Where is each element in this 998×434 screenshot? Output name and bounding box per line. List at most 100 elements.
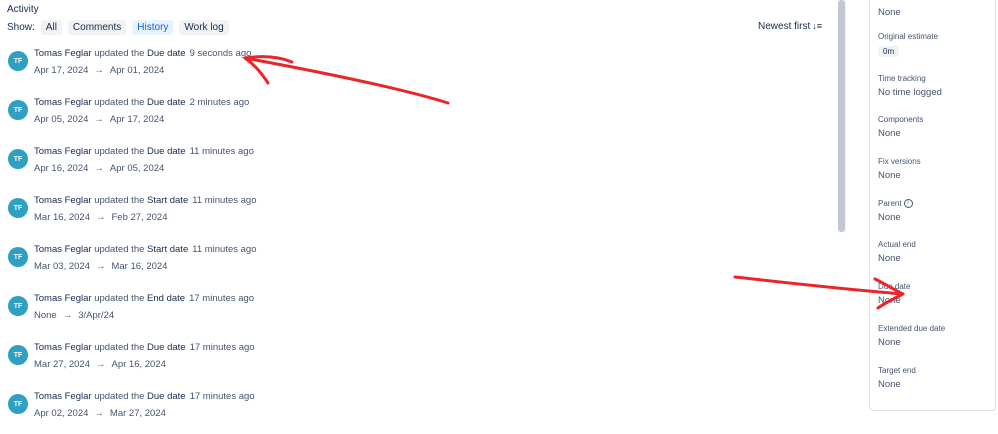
history-user-link[interactable]: Tomas Feglar: [34, 146, 92, 157]
avatar[interactable]: TF: [8, 345, 28, 365]
field-label: Components: [878, 115, 923, 124]
avatar[interactable]: TF: [8, 394, 28, 414]
history-field-name: Start date: [147, 244, 189, 255]
field-value[interactable]: None: [878, 253, 916, 264]
history-user-link[interactable]: Tomas Feglar: [34, 97, 92, 108]
field-label: Parent i: [878, 199, 913, 208]
field-value[interactable]: None: [878, 337, 945, 348]
history-entry-change: Mar 03, 2024 → Mar 16, 2024: [34, 261, 167, 272]
history-entry-summary: Tomas Feglar updated the Due date 9 secon…: [34, 48, 251, 59]
field-value[interactable]: None: [878, 7, 901, 18]
history-field-name: Due date: [147, 146, 186, 157]
history-new-value: Apr 01, 2024: [109, 65, 165, 76]
history-user-link[interactable]: Tomas Feglar: [34, 342, 92, 353]
change-arrow-icon: →: [62, 310, 73, 321]
field-value[interactable]: None: [878, 379, 916, 390]
change-arrow-icon: →: [95, 212, 106, 223]
field-time-tracking: Time tracking No time logged: [878, 74, 942, 98]
field-value[interactable]: 0m: [878, 46, 900, 57]
field-label-text: Target end: [878, 366, 916, 375]
info-icon[interactable]: i: [903, 199, 913, 208]
history-user-link[interactable]: Tomas Feglar: [34, 293, 92, 304]
history-user-link[interactable]: Tomas Feglar: [34, 48, 92, 59]
field-label: Time tracking: [878, 74, 942, 83]
history-timestamp[interactable]: 11 minutes ago: [192, 244, 256, 255]
history-entry-summary: Tomas Feglar updated the End date 17 minu…: [34, 293, 254, 304]
filter-comments-button[interactable]: Comments: [67, 20, 127, 35]
field-value[interactable]: None: [878, 128, 923, 139]
history-new-value: Apr 16, 2024: [111, 359, 166, 370]
history-field-name: Due date: [147, 391, 186, 402]
field-components: Components None: [878, 115, 923, 139]
history-entry: TF Tomas Feglar updated the Due date 17 mi…: [0, 342, 820, 385]
activity-title: Activity: [7, 4, 39, 15]
history-user-link[interactable]: Tomas Feglar: [34, 244, 92, 255]
history-timestamp[interactable]: 9 seconds ago: [190, 48, 252, 59]
history-user-link[interactable]: Tomas Feglar: [34, 391, 92, 402]
history-entry-change: Apr 02, 2024 → Mar 27, 2024: [34, 408, 166, 419]
history-field-name: End date: [147, 293, 186, 304]
filter-worklog-button[interactable]: Work log: [179, 20, 229, 35]
field-fix-versions: Fix versions None: [878, 157, 921, 181]
details-panel: None Original estimate 0m Time tracking No t…: [869, 0, 996, 411]
history-old-value: Apr 05, 2024: [34, 114, 89, 125]
sort-order-toggle[interactable]: Newest first ↓≡: [758, 21, 822, 32]
history-entry-change: Mar 27, 2024 → Apr 16, 2024: [34, 359, 166, 370]
history-entry: TF Tomas Feglar updated the Due date 2 min…: [0, 97, 820, 140]
avatar[interactable]: TF: [8, 100, 28, 120]
history-timestamp[interactable]: 17 minutes ago: [190, 342, 255, 353]
filter-history-button[interactable]: History: [132, 20, 174, 35]
history-action-text: updated the: [94, 195, 145, 206]
scrollbar-thumb[interactable]: [838, 0, 845, 232]
history-new-value: Apr 17, 2024: [109, 114, 165, 125]
history-field-name: Start date: [147, 195, 189, 206]
history-entry: TF Tomas Feglar updated the Due date 9 sec…: [0, 48, 820, 91]
field-value[interactable]: No time logged: [878, 87, 942, 98]
history-timestamp[interactable]: 11 minutes ago: [192, 195, 256, 206]
avatar[interactable]: TF: [8, 198, 28, 218]
field-label: Extended due date: [878, 324, 945, 333]
avatar[interactable]: TF: [8, 149, 28, 169]
field-value[interactable]: None: [878, 170, 921, 181]
history-entry: TF Tomas Feglar updated the Due date 11 mi…: [0, 146, 820, 189]
history-timestamp[interactable]: 2 minutes ago: [190, 97, 250, 108]
history-new-value: Mar 27, 2024: [109, 408, 166, 419]
activity-panel: Activity Show: All Comments History Work…: [0, 0, 846, 419]
field-due-date: Due date None: [878, 282, 910, 306]
field-unlabeled: None: [878, 0, 901, 18]
history-entry-summary: Tomas Feglar updated the Due date 2 minut…: [34, 97, 249, 108]
field-label-text: Fix versions: [878, 157, 921, 166]
field-value[interactable]: None: [878, 212, 913, 223]
history-entry-summary: Tomas Feglar updated the Start date 11 mi…: [34, 195, 257, 206]
history-field-name: Due date: [147, 48, 186, 59]
avatar[interactable]: TF: [8, 296, 28, 316]
field-label-text: Parent: [878, 199, 902, 208]
field-label-text: Components: [878, 115, 924, 124]
history-timestamp[interactable]: 17 minutes ago: [189, 293, 254, 304]
history-old-value: Apr 02, 2024: [34, 408, 89, 419]
change-arrow-icon: →: [95, 359, 106, 370]
change-arrow-icon: →: [94, 65, 104, 76]
field-label: Due date: [878, 282, 910, 291]
field-original-estimate: Original estimate 0m: [878, 32, 938, 59]
field-label-text: Time tracking: [878, 74, 926, 83]
show-label: Show:: [7, 22, 35, 33]
history-entry-summary: Tomas Feglar updated the Due date 17 minu…: [34, 342, 255, 353]
history-action-text: updated the: [94, 293, 145, 304]
history-timestamp[interactable]: 11 minutes ago: [190, 146, 254, 157]
history-entry-change: Mar 16, 2024 → Feb 27, 2024: [34, 212, 167, 223]
history-entry: TF Tomas Feglar updated the Due date 17 mi…: [0, 391, 820, 434]
avatar[interactable]: TF: [8, 51, 28, 71]
field-label: Original estimate: [878, 32, 938, 41]
field-value[interactable]: None: [878, 295, 910, 306]
history-field-name: Due date: [147, 97, 186, 108]
field-target-end: Target end None: [878, 366, 916, 390]
history-timestamp[interactable]: 17 minutes ago: [190, 391, 255, 402]
field-label-text: Extended due date: [878, 324, 946, 333]
history-user-link[interactable]: Tomas Feglar: [34, 195, 92, 206]
field-label-text: Actual end: [878, 240, 916, 249]
history-old-value: None: [34, 310, 57, 321]
filter-all-button[interactable]: All: [40, 20, 62, 35]
field-label-text: Due date: [878, 282, 911, 291]
avatar[interactable]: TF: [8, 247, 28, 267]
